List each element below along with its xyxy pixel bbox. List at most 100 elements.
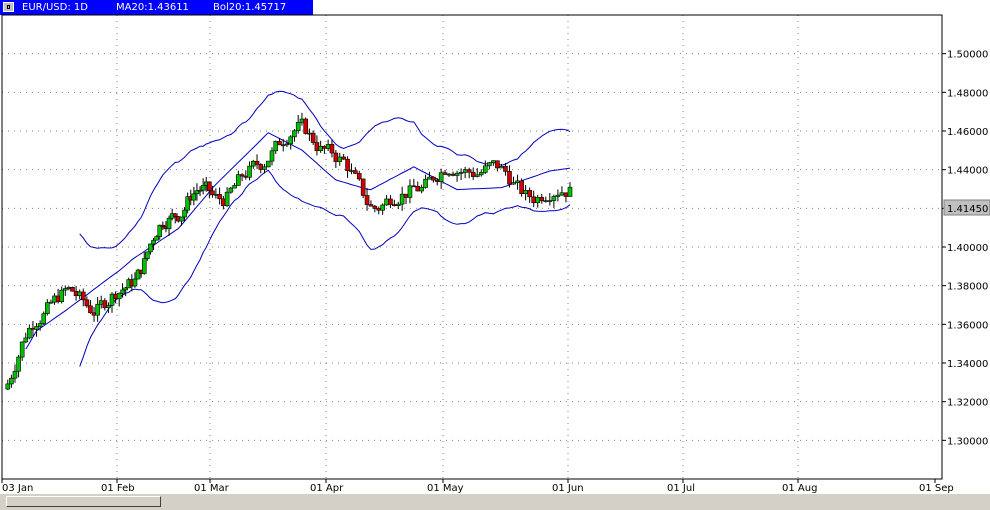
candle — [384, 195, 389, 206]
candle — [292, 128, 297, 142]
candle-body — [380, 204, 385, 211]
candle-body — [547, 200, 553, 202]
candle-body — [462, 169, 468, 173]
horizontal-scrollbar[interactable] — [0, 494, 990, 510]
candle-body — [34, 326, 39, 330]
candle — [519, 178, 524, 197]
candle-body — [567, 186, 573, 197]
candle — [446, 172, 452, 177]
candle — [250, 159, 256, 169]
candle-body — [258, 164, 264, 170]
candle-body — [392, 204, 397, 206]
candle-body — [466, 169, 472, 173]
candle-body — [507, 171, 512, 185]
candle — [474, 168, 480, 178]
candlestick-chart: 1.30000 1.32000 1.34000 1.36000 1.38000 1.400… — [1, 14, 990, 494]
candle — [462, 166, 468, 179]
candle — [349, 163, 354, 175]
candle — [303, 117, 308, 135]
y-tick-label: 1.32000 — [947, 398, 988, 409]
candle — [341, 154, 346, 160]
candle — [547, 193, 553, 206]
candle-body — [307, 132, 312, 135]
candle — [531, 190, 536, 208]
candle-body — [84, 299, 90, 307]
candle-body — [353, 170, 358, 174]
candle — [483, 160, 488, 175]
candle — [559, 186, 565, 196]
candle — [458, 168, 464, 181]
candle-body — [145, 251, 150, 259]
candle-body — [12, 370, 18, 379]
candle-body — [411, 185, 417, 188]
candle — [527, 187, 532, 203]
candle-body — [27, 327, 32, 339]
candle — [258, 163, 264, 174]
candle-body — [318, 145, 323, 151]
candle-body — [88, 305, 93, 314]
candle — [207, 181, 212, 199]
candle-body — [262, 166, 267, 170]
candle — [116, 292, 122, 307]
candle — [551, 194, 557, 208]
candle-body — [543, 200, 549, 202]
candle-body — [269, 150, 275, 162]
candle-body — [372, 205, 378, 209]
last-price-badge: 1.41450 — [943, 199, 990, 216]
candle-body — [254, 160, 260, 165]
candle-body — [470, 171, 476, 177]
candle-body — [487, 162, 492, 167]
candle-body — [458, 172, 464, 174]
candle — [288, 135, 294, 150]
candle-body — [499, 166, 504, 169]
candle — [217, 187, 222, 205]
candle — [318, 140, 323, 153]
candle — [299, 112, 305, 126]
chart-root: EUR/USD: 1D MA20:1.43611 Bol20:1.45717 1… — [0, 0, 990, 510]
candle — [232, 183, 237, 189]
candle-body — [200, 185, 206, 191]
candle — [450, 171, 456, 177]
candle — [515, 174, 520, 190]
candle — [239, 173, 245, 182]
candle-body — [288, 136, 294, 145]
candle — [27, 324, 32, 340]
candle — [539, 193, 545, 204]
candle — [407, 179, 413, 204]
candle — [411, 178, 417, 188]
candle-body — [172, 213, 178, 217]
candle-body — [314, 142, 320, 151]
candle-body — [106, 305, 111, 309]
candle — [102, 298, 108, 311]
x-tick-label: 01 May — [427, 483, 464, 494]
x-tick-label: 01 Jul — [667, 483, 695, 494]
candle-body — [478, 172, 484, 176]
bollinger-lower-line — [79, 169, 571, 367]
candle — [200, 178, 206, 195]
grid-layer — [2, 15, 942, 479]
candle — [487, 161, 492, 170]
y-tick-label: 1.46000 — [947, 127, 988, 138]
candle-body — [376, 208, 382, 211]
candle-body — [454, 172, 460, 176]
candle-body — [148, 243, 153, 253]
candle — [166, 215, 172, 236]
candle-body — [329, 144, 335, 154]
candle — [523, 185, 528, 201]
candle-body — [368, 204, 374, 207]
y-tick-label: 1.34000 — [947, 359, 988, 370]
candle-body — [551, 196, 557, 201]
candle — [431, 176, 436, 183]
candle-body — [232, 185, 237, 189]
candle — [495, 160, 500, 172]
candle-body — [438, 172, 444, 182]
scrollbar-thumb[interactable] — [6, 496, 161, 507]
x-tick-label: 01 Feb — [101, 483, 135, 494]
candle — [314, 135, 320, 156]
candle — [555, 189, 561, 202]
candle — [434, 178, 440, 186]
candle — [543, 196, 549, 203]
candle — [224, 187, 230, 207]
candle-body — [325, 144, 331, 149]
candle — [273, 140, 279, 154]
